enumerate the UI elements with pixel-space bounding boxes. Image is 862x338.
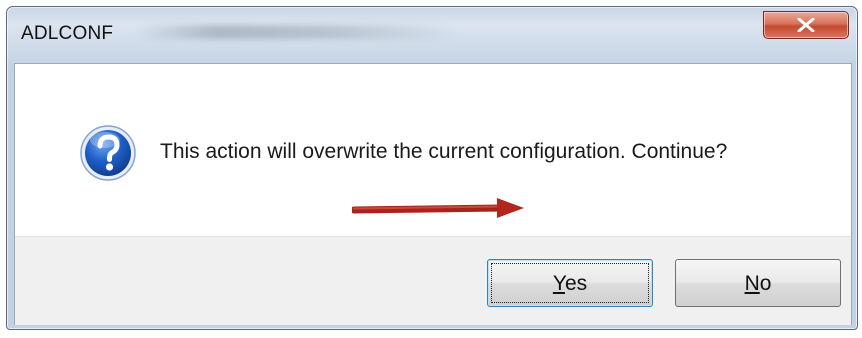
blurred-title-text — [137, 25, 457, 39]
dialog-window: ADLCONF This action will overwrite the c… — [6, 6, 858, 330]
question-icon — [80, 125, 136, 181]
no-button-label: No — [676, 272, 840, 296]
yes-mnemonic: Y — [552, 272, 565, 295]
no-label-rest: o — [759, 272, 772, 295]
red-arrow-annotation — [352, 198, 524, 218]
close-button[interactable] — [763, 11, 849, 39]
yes-label-rest: es — [564, 272, 588, 295]
message-text: This action will overwrite the current c… — [160, 140, 728, 163]
title-bar[interactable]: ADLCONF — [7, 7, 857, 59]
yes-button-label: Yes — [488, 272, 652, 296]
screenshot-stage: ADLCONF This action will overwrite the c… — [0, 0, 862, 338]
no-button[interactable]: No — [675, 259, 841, 307]
button-bar: Yes No — [15, 236, 851, 325]
no-mnemonic: N — [744, 272, 760, 295]
dialog-client-area: This action will overwrite the current c… — [14, 63, 852, 325]
close-x-icon — [797, 18, 815, 32]
yes-button[interactable]: Yes — [487, 259, 653, 307]
window-title: ADLCONF — [21, 23, 114, 44]
